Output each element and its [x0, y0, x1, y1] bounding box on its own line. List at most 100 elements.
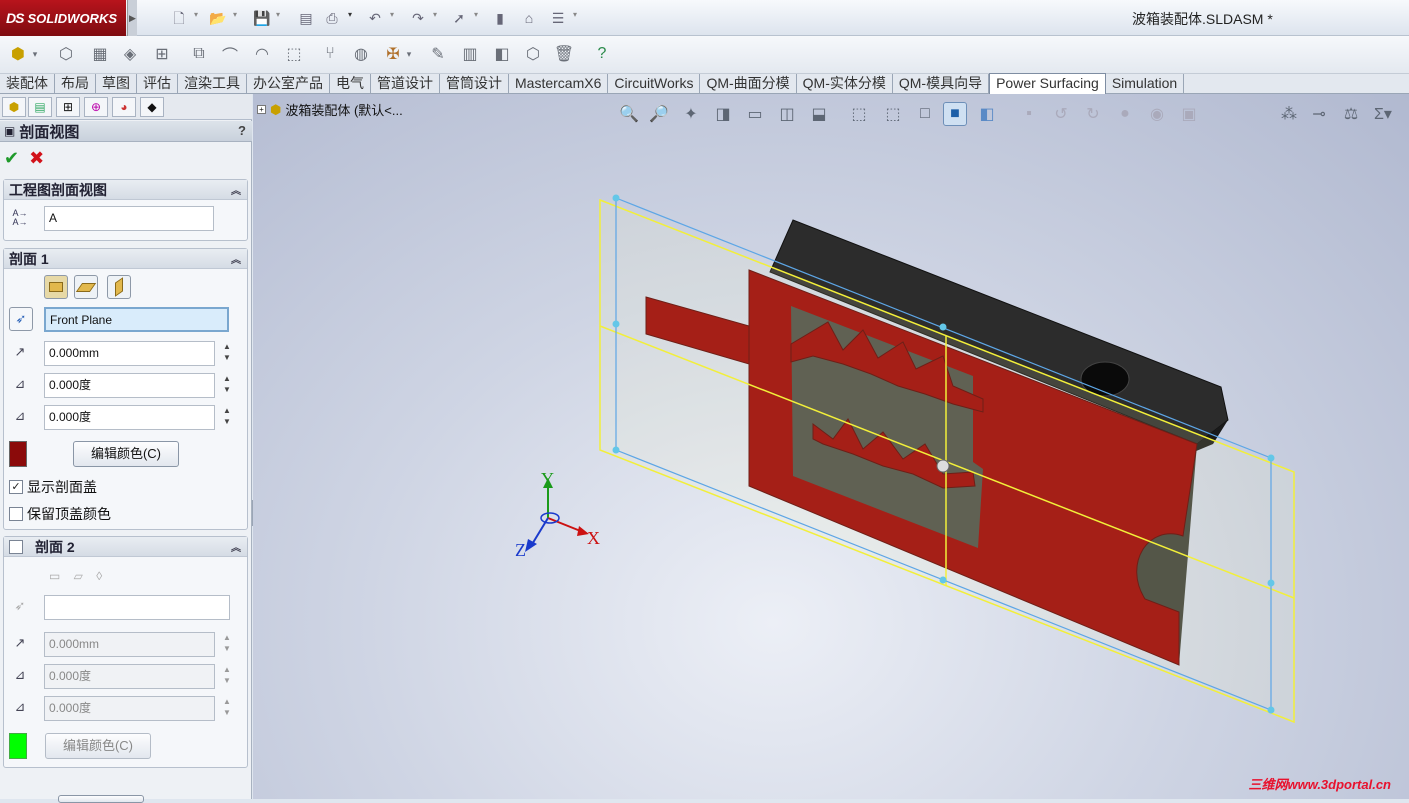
ps-edit-icon[interactable]: ✎	[426, 42, 450, 66]
edit-color-button[interactable]: 编辑颜色(C)	[73, 441, 179, 467]
ok-button[interactable]: ✔	[4, 148, 19, 169]
new-dropdown-icon[interactable]: ▾	[194, 10, 202, 19]
offset-distance-input[interactable]: 0.000mm	[44, 341, 215, 366]
feature-manager-tab-icon[interactable]: ⬢	[2, 97, 26, 117]
redo-dropdown-icon[interactable]: ▾	[433, 10, 441, 19]
tab-qm-surface-split[interactable]: QM-曲面分模	[700, 74, 797, 93]
right-plane-button[interactable]	[107, 275, 131, 299]
tab-sketch[interactable]: 草图	[96, 74, 137, 93]
tab-layout[interactable]: 布局	[55, 74, 96, 93]
cancel-button[interactable]: ✖	[29, 148, 44, 169]
ps-edge-loop-icon[interactable]: ▥	[458, 42, 482, 66]
help-button[interactable]: ?	[238, 123, 246, 138]
tab-power-surfacing[interactable]: Power Surfacing	[989, 73, 1106, 94]
plane-origin-triad-icon[interactable]	[936, 459, 950, 473]
show-cap-checkbox[interactable]: ✓ 显示剖面盖	[9, 477, 97, 497]
solidworks-logo[interactable]: DS SOLIDWORKS	[0, 0, 126, 36]
collapse-chevron-icon[interactable]: ︽	[231, 539, 241, 554]
property-manager-tab-icon[interactable]: ▤	[28, 97, 52, 117]
section2-angle-y-input[interactable]: 0.000度	[44, 696, 215, 721]
select-dropdown-icon[interactable]: ▾	[474, 10, 482, 19]
ps-extrude-edge-icon[interactable]: ⧉	[187, 42, 211, 66]
rebuild-icon[interactable]: ▮	[490, 8, 510, 28]
tab-evaluate[interactable]: 评估	[137, 74, 178, 93]
ps-convert-icon[interactable]: ⬚	[282, 42, 306, 66]
ps-polygon-icon[interactable]: ⬡	[521, 42, 545, 66]
print-icon[interactable]: ⎙	[322, 8, 342, 28]
ps-crease-icon[interactable]: ⌒	[218, 42, 242, 66]
collapse-chevron-icon[interactable]: ︽	[231, 182, 241, 197]
tab-qm-mold-wizard[interactable]: QM-模具向导	[892, 74, 990, 93]
print-preview-icon[interactable]: ▤	[296, 8, 316, 28]
ps-face-icon[interactable]: ◧	[490, 42, 514, 66]
ps-primitive-box-icon[interactable]: ⬡	[54, 42, 78, 66]
angle-x-input[interactable]: 0.000度	[44, 373, 215, 398]
section-label-input[interactable]: A	[44, 206, 214, 231]
print-dropdown-icon[interactable]: ▾	[348, 10, 356, 19]
ps-delete-icon[interactable]: 🗑	[552, 42, 576, 66]
ps-subdivide-icon[interactable]: ◈	[118, 42, 142, 66]
assembly-component-icon[interactable]: ⬢	[6, 42, 30, 66]
graphics-area[interactable]: + ⬢ 波箱装配体 (默认<... 🔍 🔎 ✦ ◨ ▭ ◫ ⬓ ⬚ ⬚ □ ■ …	[253, 94, 1409, 799]
tab-office-products[interactable]: 办公室产品	[247, 74, 330, 93]
cam-tab-icon[interactable]: ◆	[140, 97, 164, 117]
tab-circuitworks[interactable]: CircuitWorks	[608, 74, 701, 93]
section2-angle-x-input[interactable]: 0.000度	[44, 664, 215, 689]
tab-simulation[interactable]: Simulation	[1105, 74, 1185, 93]
ps-bridge-icon[interactable]: ⊞	[150, 42, 174, 66]
handle[interactable]	[612, 320, 620, 328]
model-view[interactable]	[253, 94, 1409, 799]
options-icon[interactable]: ☰	[548, 8, 568, 28]
new-document-icon[interactable]: 🗋	[169, 8, 189, 28]
tab-piping[interactable]: 管道设计	[371, 74, 440, 93]
dimxpert-tab-icon[interactable]: ⊕	[84, 97, 108, 117]
partial-button[interactable]	[58, 795, 144, 803]
angle-y-input[interactable]: 0.000度	[44, 405, 215, 430]
ps-split-icon[interactable]: ⑂	[318, 42, 342, 66]
save-dropdown-icon[interactable]: ▾	[276, 10, 284, 19]
handle[interactable]	[1267, 579, 1275, 587]
options-dropdown-icon[interactable]: ▾	[573, 10, 581, 19]
ps-symmetry-icon[interactable]: ✠	[381, 42, 405, 66]
help-icon[interactable]: ?	[590, 42, 614, 66]
section2-plane-input[interactable]	[44, 595, 230, 620]
handle[interactable]	[939, 323, 947, 331]
section2-angle-y-spinner[interactable]: ▲ ▼	[220, 696, 234, 721]
front-plane-button[interactable]	[44, 275, 68, 299]
undo-dropdown-icon[interactable]: ▾	[390, 10, 398, 19]
select-cursor-icon[interactable]: ➚	[449, 8, 469, 28]
ps-fillet-icon[interactable]: ◠	[250, 42, 274, 66]
handle[interactable]	[1267, 454, 1275, 462]
undo-icon[interactable]: ↶	[365, 8, 385, 28]
ps-sphere-icon[interactable]: ◍	[349, 42, 373, 66]
tab-tubing[interactable]: 管筒设计	[440, 74, 509, 93]
section2-edit-color-button[interactable]: 编辑颜色(C)	[45, 733, 151, 759]
keep-cap-color-checkbox[interactable]: 保留顶盖颜色	[9, 504, 111, 524]
configuration-manager-tab-icon[interactable]: ⊞	[56, 97, 80, 117]
section2-offset-spinner[interactable]: ▲ ▼	[220, 632, 234, 657]
angle-y-spinner[interactable]: ▲ ▼	[220, 405, 234, 430]
offset-spinner[interactable]: ▲ ▼	[220, 341, 234, 366]
symmetry-dropdown-icon[interactable]: ▾	[404, 42, 414, 66]
tab-qm-solid-split[interactable]: QM-实体分模	[796, 74, 893, 93]
collapse-chevron-icon[interactable]: ︽	[231, 251, 241, 266]
handle[interactable]	[612, 194, 620, 202]
component-dropdown-icon[interactable]: ▾	[30, 42, 40, 66]
save-icon[interactable]: 💾	[252, 8, 272, 28]
open-icon[interactable]: 📂	[208, 8, 228, 28]
tab-mastercam[interactable]: MastercamX6	[509, 74, 609, 93]
section2-header[interactable]: 剖面 2 ︽	[4, 537, 247, 557]
drawing-section-header[interactable]: 工程图剖面视图 ︽	[4, 180, 247, 200]
open-dropdown-icon[interactable]: ▾	[233, 10, 241, 19]
section2-enable-checkbox[interactable]	[9, 539, 23, 554]
section2-offset-input[interactable]: 0.000mm	[44, 632, 215, 657]
top-plane-button[interactable]	[74, 275, 98, 299]
handle[interactable]	[1267, 706, 1275, 714]
angle-x-spinner[interactable]: ▲ ▼	[220, 373, 234, 398]
section-plane-input[interactable]: Front Plane	[44, 307, 229, 332]
tab-assembly[interactable]: 装配体	[0, 74, 55, 93]
tab-render-tools[interactable]: 渲染工具	[178, 74, 247, 93]
display-manager-tab-icon[interactable]: ◕	[112, 97, 136, 117]
tab-electrical[interactable]: 电气	[330, 74, 371, 93]
ps-quad-mesh-icon[interactable]: ▦	[88, 42, 112, 66]
